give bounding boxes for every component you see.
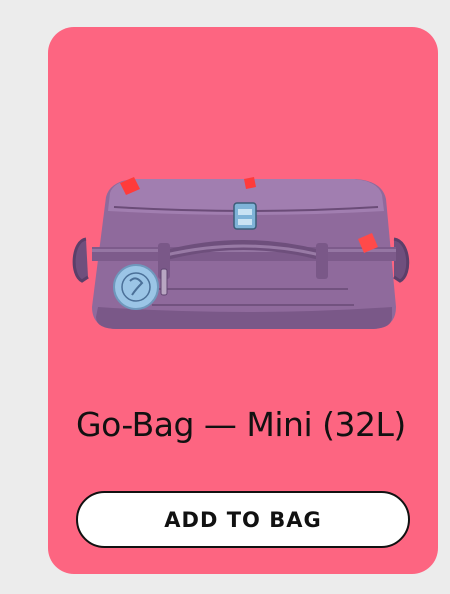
product-title: Go-Bag — Mini (32L)	[76, 405, 406, 444]
brand-patch	[113, 264, 159, 310]
product-card[interactable]: Go-Bag — Mini (32L) ADD TO BAG	[48, 27, 438, 574]
add-to-bag-button[interactable]: ADD TO BAG	[76, 491, 410, 548]
duffel-bag-image[interactable]	[48, 157, 438, 367]
add-to-bag-label: ADD TO BAG	[164, 507, 322, 532]
